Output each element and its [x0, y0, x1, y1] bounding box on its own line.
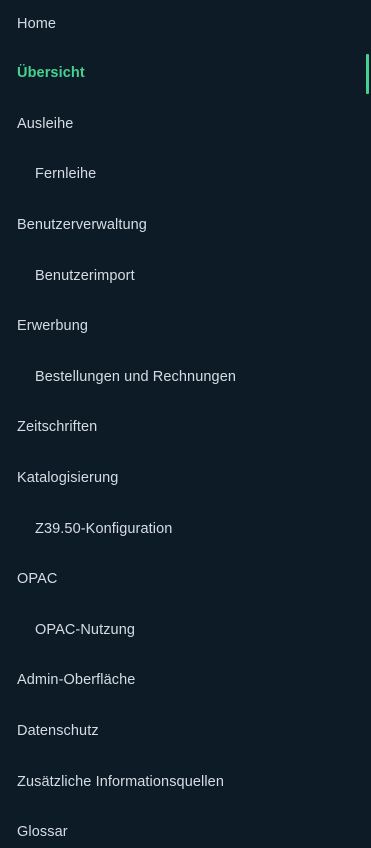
nav-item-admin-oberflaeche[interactable]: Admin-Oberfläche: [0, 655, 371, 706]
active-item-indicator: [366, 54, 369, 94]
nav-list: Home Übersicht Ausleihe Fernleihe Benutz…: [0, 0, 371, 848]
nav-item-benutzerverwaltung[interactable]: Benutzerverwaltung: [0, 200, 371, 251]
nav-item-glossar[interactable]: Glossar: [0, 807, 371, 848]
nav-item-benutzerimport[interactable]: Benutzerimport: [0, 250, 371, 301]
nav-item-datenschutz[interactable]: Datenschutz: [0, 706, 371, 757]
nav-item-erwerbung[interactable]: Erwerbung: [0, 301, 371, 352]
nav-item-z3950-konfiguration[interactable]: Z39.50-Konfiguration: [0, 503, 371, 554]
nav-item-zusaetzliche-informationsquellen[interactable]: Zusätzliche Informationsquellen: [0, 756, 371, 807]
nav-item-katalogisierung[interactable]: Katalogisierung: [0, 453, 371, 504]
nav-item-home[interactable]: Home: [0, 0, 371, 48]
nav-item-bestellungen-und-rechnungen[interactable]: Bestellungen und Rechnungen: [0, 352, 371, 403]
nav-item-uebersicht[interactable]: Übersicht: [0, 48, 371, 99]
nav-item-ausleihe[interactable]: Ausleihe: [0, 99, 371, 150]
nav-item-fernleihe[interactable]: Fernleihe: [0, 149, 371, 200]
nav-item-opac[interactable]: OPAC: [0, 554, 371, 605]
nav-item-zeitschriften[interactable]: Zeitschriften: [0, 402, 371, 453]
nav-item-opac-nutzung[interactable]: OPAC-Nutzung: [0, 605, 371, 656]
docs-sidebar-nav: Home Übersicht Ausleihe Fernleihe Benutz…: [0, 0, 371, 848]
